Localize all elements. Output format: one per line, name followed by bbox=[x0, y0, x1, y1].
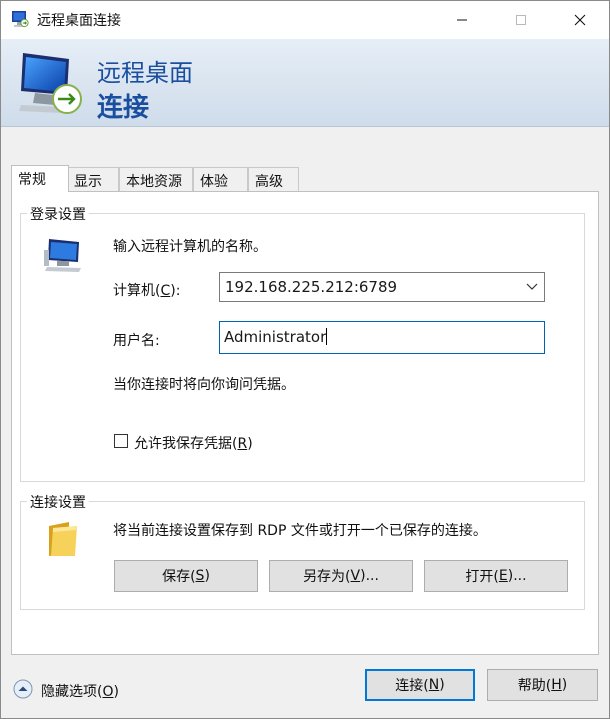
maximize-button[interactable] bbox=[498, 1, 544, 39]
save-post: ) bbox=[204, 568, 210, 584]
username-input[interactable]: Administrator bbox=[219, 321, 545, 354]
remote-desktop-icon bbox=[12, 11, 29, 28]
minimize-icon bbox=[457, 19, 467, 21]
login-settings-group: 登录设置 输入远程计算机的名称。 计算机(C): 192.168.225.212… bbox=[20, 204, 585, 482]
connect-button[interactable]: 连接(N) bbox=[365, 669, 475, 701]
username-label: 用户名: bbox=[113, 333, 160, 349]
computer-icon bbox=[44, 239, 81, 272]
connection-settings-group: 连接设置 将当前连接设置保存到 RDP 文件或打开一个已保存的连接。 保存(S)… bbox=[20, 492, 585, 610]
maximize-icon bbox=[516, 15, 526, 25]
computer-value: 192.168.225.212:6789 bbox=[225, 278, 398, 296]
tab-display[interactable]: 显示 bbox=[67, 167, 119, 191]
save-as-pre: 另存为( bbox=[303, 569, 351, 585]
folder-icon bbox=[49, 522, 77, 556]
header-banner: 远程桌面 连接 bbox=[1, 39, 609, 127]
connection-settings-label: 连接设置 bbox=[27, 492, 89, 512]
save-as-key: V bbox=[350, 568, 361, 584]
connect-pre: 连接( bbox=[395, 678, 429, 694]
open-pre: 打开( bbox=[465, 569, 499, 585]
connection-description: 将当前连接设置保存到 RDP 文件或打开一个已保存的连接。 bbox=[113, 523, 487, 539]
title-bar: 远程桌面连接 bbox=[1, 1, 609, 39]
hide-options-pre: 隐藏选项( bbox=[41, 684, 103, 700]
hide-options-post: ) bbox=[113, 684, 119, 700]
save-credentials-label[interactable]: 允许我保存凭据(R) bbox=[134, 433, 253, 453]
computer-label-post: ): bbox=[170, 283, 181, 299]
tab-local-resources[interactable]: 本地资源 bbox=[119, 167, 193, 191]
save-as-post: )... bbox=[360, 568, 379, 584]
help-button[interactable]: 帮助(H) bbox=[487, 669, 598, 701]
close-icon bbox=[574, 14, 586, 26]
banner-title-line1: 远程桌面 bbox=[97, 59, 193, 87]
username-text: Administrator bbox=[224, 328, 327, 346]
tab-experience[interactable]: 体验 bbox=[193, 167, 248, 191]
save-button[interactable]: 保存(S) bbox=[114, 560, 258, 592]
open-button[interactable]: 打开(E)... bbox=[424, 560, 568, 592]
save-credentials-post: ) bbox=[247, 436, 253, 452]
text-caret bbox=[326, 328, 328, 345]
save-as-button[interactable]: 另存为(V)... bbox=[269, 560, 413, 592]
remote-desktop-logo-icon bbox=[19, 53, 82, 114]
save-credentials-checkbox[interactable] bbox=[114, 434, 128, 448]
computer-combobox[interactable]: 192.168.225.212:6789 bbox=[219, 272, 545, 302]
open-key: E bbox=[498, 568, 508, 584]
open-post: )... bbox=[507, 568, 527, 584]
window-title: 远程桌面连接 bbox=[37, 13, 121, 29]
collapse-options-icon[interactable] bbox=[13, 679, 33, 699]
computer-label-key: C bbox=[160, 283, 171, 299]
hide-options-link[interactable]: 隐藏选项(O) bbox=[41, 681, 119, 701]
save-credentials-pre: 允许我保存凭据( bbox=[134, 436, 238, 452]
rdp-window: 远程桌面连接 远程桌面 连接 常规 显示 本地资源 体验 高级 登录设置 输入远… bbox=[0, 0, 610, 719]
tab-general[interactable]: 常规 bbox=[11, 165, 69, 192]
help-post: ) bbox=[561, 677, 568, 693]
computer-label: 计算机(C): bbox=[113, 280, 180, 300]
login-instruction: 输入远程计算机的名称。 bbox=[113, 239, 267, 255]
help-key: H bbox=[551, 677, 562, 693]
login-settings-label: 登录设置 bbox=[27, 204, 89, 224]
general-panel: 登录设置 输入远程计算机的名称。 计算机(C): 192.168.225.212… bbox=[11, 191, 599, 655]
save-pre: 保存( bbox=[162, 569, 196, 585]
save-key: S bbox=[195, 568, 205, 584]
connect-key: N bbox=[428, 677, 440, 693]
close-button[interactable] bbox=[557, 1, 603, 39]
connect-post: ) bbox=[439, 677, 445, 693]
username-value: Administrator bbox=[224, 328, 328, 346]
tab-advanced[interactable]: 高级 bbox=[248, 167, 299, 191]
minimize-button[interactable] bbox=[439, 1, 485, 39]
credentials-notice: 当你连接时将向你询问凭据。 bbox=[113, 377, 295, 393]
computer-label-pre: 计算机( bbox=[113, 283, 161, 299]
save-credentials-key: R bbox=[237, 436, 248, 452]
banner-title-line2: 连接 bbox=[97, 93, 150, 123]
help-pre: 帮助( bbox=[517, 678, 552, 694]
chevron-down-icon[interactable] bbox=[526, 282, 538, 292]
hide-options-key: O bbox=[102, 684, 114, 700]
